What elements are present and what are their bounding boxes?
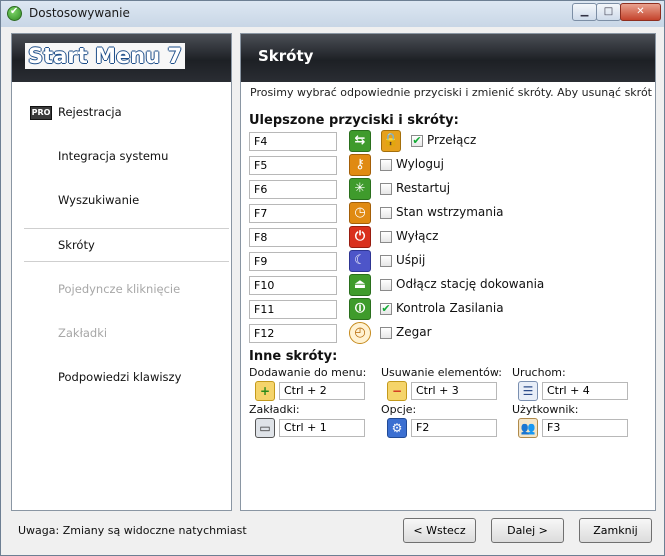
panel-description: Prosimy wybrać odpowiednie przyciski i z… <box>250 86 652 99</box>
maximize-button[interactable]: □ <box>596 3 621 21</box>
shortcut-key-field[interactable]: F10 <box>249 276 337 295</box>
shortcut-key-field[interactable]: F5 <box>249 156 337 175</box>
other-shortcuts-heading: Inne skróty: <box>249 349 338 364</box>
restart-icon: ✳ <box>349 178 371 200</box>
enable-checkbox[interactable] <box>380 159 392 171</box>
enable-checkbox[interactable]: ✔ <box>380 303 392 315</box>
add-to-menu-icon: + <box>255 381 275 401</box>
options-shortcut-field[interactable]: F2 <box>411 419 497 437</box>
add-to-menu-shortcut-field[interactable]: Ctrl + 2 <box>279 382 365 400</box>
clock-icon: ◴ <box>349 322 371 344</box>
enable-checkbox[interactable] <box>380 183 392 195</box>
nav-item-zakladki[interactable]: Zakładki <box>24 317 229 349</box>
tabs-label: Zakładki: <box>249 403 300 416</box>
nav-item-label: Podpowiedzi klawiszy <box>58 370 182 384</box>
shortcut-label: Zegar <box>396 325 432 339</box>
pro-badge-icon: PRO <box>30 106 52 120</box>
navigation-panel: Start Menu 7 PRO Rejestracja Integracja … <box>11 33 232 511</box>
remove-items-label: Usuwanie elementów: <box>381 366 502 379</box>
shortcut-label: Kontrola Zasilania <box>396 301 504 315</box>
options-icon: ⚙ <box>387 418 407 438</box>
enable-checkbox[interactable] <box>380 279 392 291</box>
options-label: Opcje: <box>381 403 417 416</box>
shortcut-key-field[interactable]: F9 <box>249 252 337 271</box>
product-logo: Start Menu 7 <box>25 43 186 69</box>
undock-icon: ⏏ <box>349 274 371 296</box>
product-header: Start Menu 7 <box>12 34 231 82</box>
users-icon: 👥 <box>518 418 538 438</box>
power-control-icon: ⏼ <box>349 298 371 320</box>
shortcut-key-field[interactable]: F8 <box>249 228 337 247</box>
nav-item-label: Zakładki <box>58 326 108 340</box>
power-icon: ⏻ <box>349 226 371 248</box>
close-button[interactable]: Zamknij <box>579 518 652 543</box>
user-shortcut-field[interactable]: F3 <box>542 419 628 437</box>
remove-items-shortcut-field[interactable]: Ctrl + 3 <box>411 382 497 400</box>
shortcut-label: Stan wstrzymania <box>396 205 504 219</box>
back-button[interactable]: < Wstecz <box>403 518 476 543</box>
enable-checkbox[interactable]: ✔ <box>411 135 423 147</box>
run-icon: ☰ <box>518 381 538 401</box>
panel-header: Skróty <box>241 34 655 82</box>
nav-item-label: Rejestracja <box>58 105 122 119</box>
tabs-shortcut-field[interactable]: Ctrl + 1 <box>279 419 365 437</box>
switch-icon: ⇆ <box>349 130 371 152</box>
app-icon <box>7 6 22 21</box>
lock-icon: 🔒 <box>381 130 401 152</box>
key-icon: ⚷ <box>349 154 371 176</box>
title-bar[interactable]: Dostosowywanie ▁ □ ✕ <box>1 1 664 27</box>
nav-item-label: Wyszukiwanie <box>58 193 140 207</box>
sleep-icon: ☾ <box>349 250 371 272</box>
nav-item-wyszukiwanie[interactable]: Wyszukiwanie <box>24 184 229 216</box>
nav-item-label: Integracja systemu <box>58 149 169 163</box>
minimize-button[interactable]: ▁ <box>572 3 597 21</box>
nav-item-pojedyncze-klikniecie[interactable]: Pojedyncze kliknięcie <box>24 273 229 305</box>
run-label: Uruchom: <box>512 366 566 379</box>
run-shortcut-field[interactable]: Ctrl + 4 <box>542 382 628 400</box>
enable-checkbox[interactable] <box>380 255 392 267</box>
panel-title: Skróty <box>258 47 314 65</box>
enable-checkbox[interactable] <box>380 231 392 243</box>
shortcut-key-field[interactable]: F6 <box>249 180 337 199</box>
shortcut-label: Uśpij <box>396 253 426 267</box>
shortcut-key-field[interactable]: F12 <box>249 324 337 343</box>
tabs-icon: ▭ <box>255 418 275 438</box>
enable-checkbox[interactable] <box>380 327 392 339</box>
shortcut-key-field[interactable]: F11 <box>249 300 337 319</box>
add-to-menu-label: Dodawanie do menu: <box>249 366 367 379</box>
nav-item-rejestracja[interactable]: PRO Rejestracja <box>24 96 229 128</box>
shortcut-label: Restartuj <box>396 181 451 195</box>
nav-item-skroty[interactable]: Skróty <box>24 228 229 262</box>
enhanced-heading: Ulepszone przyciski i skróty: <box>249 113 459 128</box>
remove-items-icon: − <box>387 381 407 401</box>
footer-note: Uwaga: Zmiany są widoczne natychmiast <box>18 524 247 537</box>
shortcut-label: Wyłącz <box>396 229 439 243</box>
nav-item-podpowiedzi-klawiszy[interactable]: Podpowiedzi klawiszy <box>24 361 229 393</box>
user-label: Użytkownik: <box>512 403 579 416</box>
window-title: Dostosowywanie <box>29 6 130 20</box>
nav-item-integracja-systemu[interactable]: Integracja systemu <box>24 140 229 172</box>
standby-icon: ◷ <box>349 202 371 224</box>
shortcut-label: Przełącz <box>427 133 477 147</box>
shortcuts-panel: Skróty Prosimy wybrać odpowiednie przyci… <box>240 33 656 511</box>
shortcut-label: Wyloguj <box>396 157 444 171</box>
nav-item-label: Pojedyncze kliknięcie <box>58 282 181 296</box>
close-window-button[interactable]: ✕ <box>620 3 661 21</box>
shortcut-label: Odłącz stację dokowania <box>396 277 545 291</box>
nav-item-label: Skróty <box>58 238 95 252</box>
customize-window: Dostosowywanie ▁ □ ✕ Start Menu 7 PRO Re… <box>0 0 665 556</box>
shortcut-key-field[interactable]: F7 <box>249 204 337 223</box>
enable-checkbox[interactable] <box>380 207 392 219</box>
next-button[interactable]: Dalej > <box>491 518 564 543</box>
shortcut-key-field[interactable]: F4 <box>249 132 337 151</box>
